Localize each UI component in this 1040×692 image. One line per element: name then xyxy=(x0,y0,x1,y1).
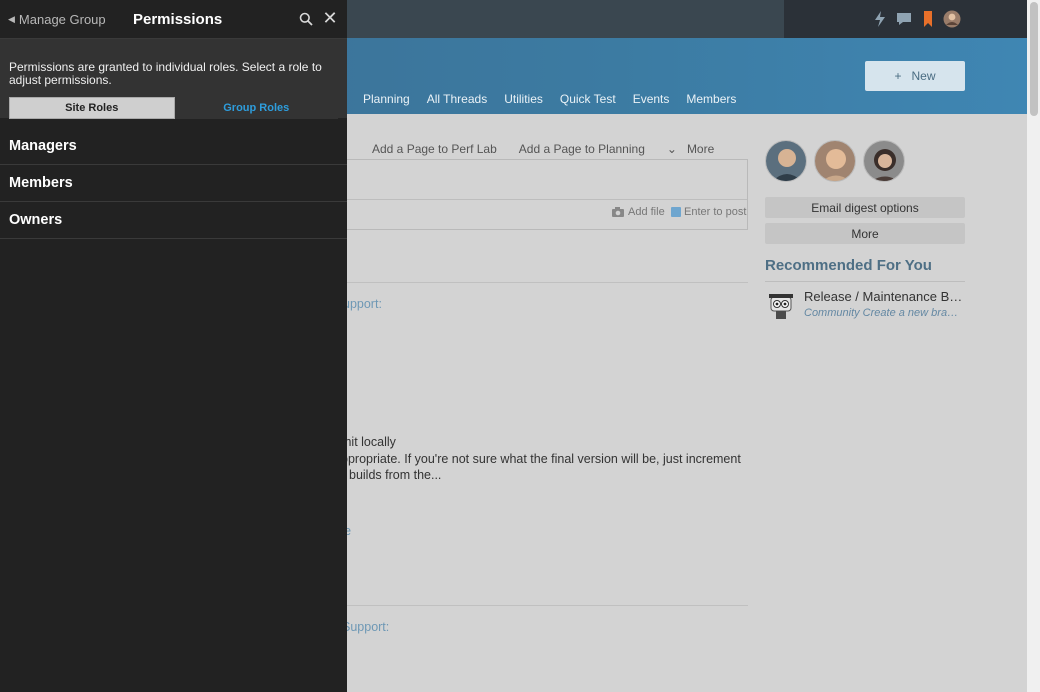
recommended-item-title[interactable]: Release / Maintenance Branches xyxy=(804,289,964,304)
camera-icon xyxy=(612,207,624,217)
feed-item-text-line: mit locally xyxy=(341,435,396,449)
user-avatar-icon[interactable] xyxy=(943,10,961,28)
nav-members[interactable]: Members xyxy=(686,92,736,106)
feed-item-text-line: builds from the... xyxy=(349,468,442,482)
feed-divider xyxy=(340,605,748,606)
role-owners[interactable]: Owners xyxy=(0,202,347,239)
quick-link-perf-lab[interactable]: Add a Page to Perf Lab xyxy=(372,142,497,156)
nav-events[interactable]: Events xyxy=(633,92,670,106)
recommended-item-subtitle: Community Create a new branch xyxy=(804,307,964,319)
feed-divider xyxy=(340,282,748,283)
back-to-manage-group[interactable]: ◀ Manage Group xyxy=(8,12,106,27)
nav-quick-test[interactable]: Quick Test xyxy=(560,92,616,106)
panel-header: ◀ Manage Group Permissions ✕ xyxy=(0,0,347,39)
search-icon[interactable] xyxy=(299,12,313,26)
composer-divider xyxy=(341,199,747,200)
back-caret-icon: ◀ xyxy=(8,14,15,24)
chat-icon[interactable] xyxy=(895,10,913,28)
add-file-button[interactable]: Add file xyxy=(612,206,665,218)
close-icon[interactable]: ✕ xyxy=(322,9,338,27)
sidebar-more-button[interactable]: More xyxy=(765,223,965,244)
member-avatar[interactable] xyxy=(814,140,856,182)
nav-utilities[interactable]: Utilities xyxy=(504,92,543,106)
group-nav: Planning All Threads Utilities Quick Tes… xyxy=(363,92,736,106)
plus-icon: + xyxy=(894,69,902,83)
post-composer[interactable]: Add file Enter to post xyxy=(340,159,748,230)
nav-all-threads[interactable]: All Threads xyxy=(427,92,487,106)
feed-item-header[interactable]: upport: xyxy=(343,297,382,311)
nav-planning[interactable]: Planning xyxy=(363,92,410,106)
quick-links-more[interactable]: ⌄ More xyxy=(667,142,714,156)
role-members[interactable]: Members xyxy=(0,165,347,202)
panel-title: Permissions xyxy=(133,11,223,28)
quick-links: Add a Page to Perf Lab Add a Page to Pla… xyxy=(372,142,714,156)
role-tabs: Site Roles Group Roles xyxy=(9,97,338,119)
recommended-divider xyxy=(765,281,965,282)
panel-description: Permissions are granted to individual ro… xyxy=(9,60,322,87)
permissions-panel: ◀ Manage Group Permissions ✕ Permissions… xyxy=(0,0,347,692)
bookmark-icon[interactable] xyxy=(919,10,937,28)
member-avatar[interactable] xyxy=(765,140,807,182)
role-managers[interactable]: Managers xyxy=(0,128,347,165)
feed-item-text-line: ppropriate. If you're not sure what the … xyxy=(341,452,741,466)
tab-site-roles[interactable]: Site Roles xyxy=(9,97,175,119)
tab-group-roles[interactable]: Group Roles xyxy=(174,97,338,119)
recommended-item[interactable]: Release / Maintenance Branches Community… xyxy=(765,289,965,323)
recommended-title: Recommended For You xyxy=(765,257,932,274)
new-button[interactable]: + New xyxy=(865,61,965,91)
activity-icon[interactable] xyxy=(871,10,889,28)
page-scrollbar-thumb[interactable] xyxy=(1030,2,1038,116)
chevron-down-icon: ⌄ xyxy=(666,142,677,156)
enter-to-post-checkbox[interactable] xyxy=(671,207,681,217)
robot-mascot-icon xyxy=(769,294,793,319)
enter-to-post-toggle[interactable]: Enter to post xyxy=(671,206,746,218)
member-avatar[interactable] xyxy=(863,140,905,182)
email-digest-button[interactable]: Email digest options xyxy=(765,197,965,218)
quick-link-planning[interactable]: Add a Page to Planning xyxy=(519,142,645,156)
feed-item-header[interactable]: Support: xyxy=(342,620,389,634)
